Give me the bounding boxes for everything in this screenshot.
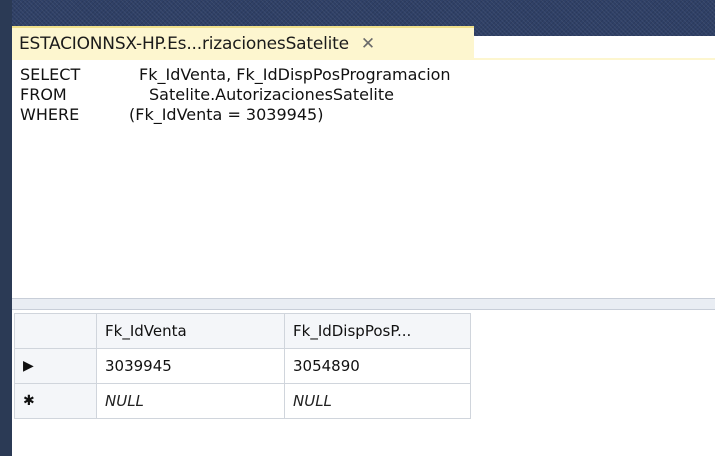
left-window-border [0,0,12,456]
sql-select-clause: Fk_IdVenta, Fk_IdDispPosProgramacion [139,65,451,84]
results-grid: Fk_IdVenta Fk_IdDispPosP... ▶ 3039945 30… [14,313,471,419]
table-row[interactable]: ▶ 3039945 3054890 [14,348,471,384]
cell-fk-iddispposp[interactable]: 3054890 [284,348,471,384]
sql-from-clause: Satelite.AutorizacionesSatelite [149,85,394,104]
results-pane: Fk_IdVenta Fk_IdDispPosP... ▶ 3039945 30… [12,310,715,456]
sql-where-clause: (Fk_IdVenta = 3039945) [129,105,324,124]
tab-title: ESTACIONNSX-HP.Es...rizacionesSatelite [19,34,349,54]
asterisk-icon[interactable]: ✱ [14,383,97,419]
document-tab[interactable]: ESTACIONNSX-HP.Es...rizacionesSatelite ✕ [12,26,474,60]
sql-pane[interactable]: SELECT Fk_IdVenta, Fk_IdDispPosProgramac… [12,60,715,298]
row-pointer-icon[interactable]: ▶ [14,348,97,384]
sql-keyword-where: WHERE [20,105,80,124]
close-icon[interactable]: ✕ [361,35,375,53]
cell-fk-iddispposp[interactable]: NULL [284,383,471,419]
cell-fk-idventa[interactable]: 3039945 [96,348,285,384]
query-designer-window: ESTACIONNSX-HP.Es...rizacionesSatelite ✕… [0,0,715,456]
sql-keyword-select: SELECT [20,65,81,84]
table-row-new[interactable]: ✱ NULL NULL [14,383,471,419]
column-header-fk-idventa[interactable]: Fk_IdVenta [96,313,285,349]
grid-header-row: Fk_IdVenta Fk_IdDispPosP... [14,313,471,349]
column-header-fk-iddispposp[interactable]: Fk_IdDispPosP... [284,313,471,349]
sql-keyword-from: FROM [20,85,67,104]
pane-splitter[interactable] [12,298,715,310]
row-selector-header[interactable] [14,313,97,349]
cell-fk-idventa[interactable]: NULL [96,383,285,419]
